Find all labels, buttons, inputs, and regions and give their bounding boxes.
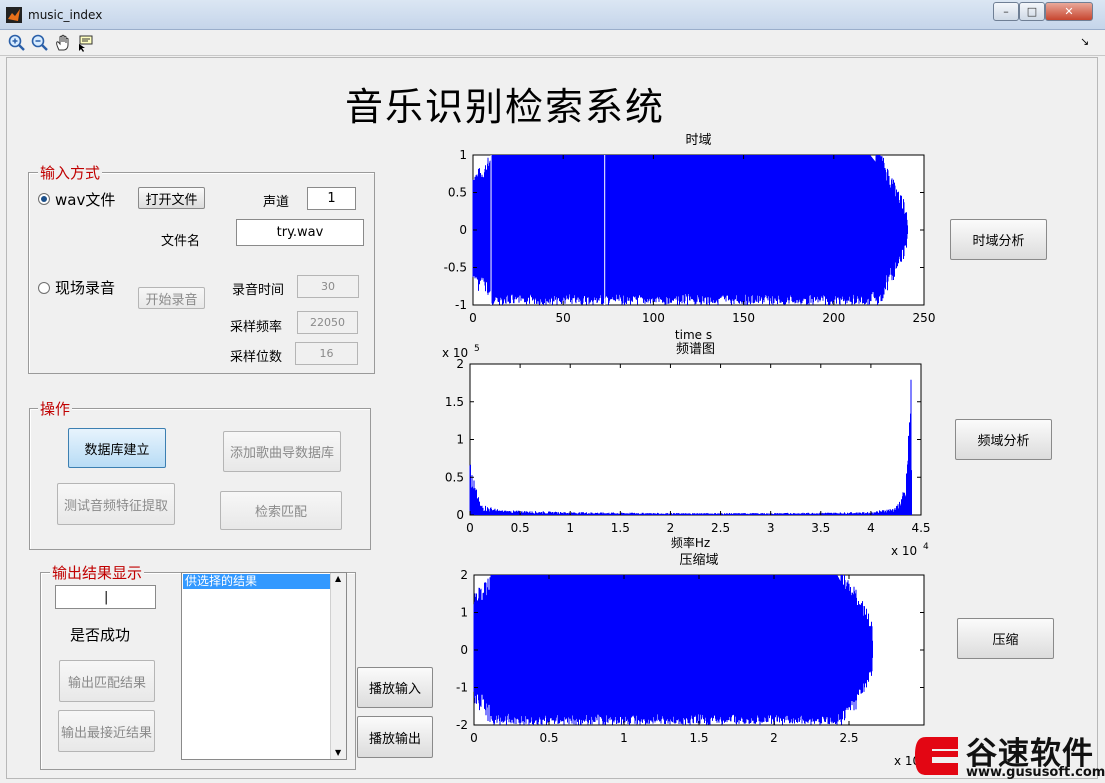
chart-1: 0 50 100 150 200 250 1 0.5 0 -0.5 -1 时域 time s (444, 133, 936, 342)
x-tick-label: 0.5 (539, 731, 558, 745)
x-tick-label: 4 (867, 521, 875, 535)
y-tick-label: 0.5 (445, 470, 464, 484)
y-tick-label: 0 (459, 223, 467, 237)
x-tick-label: 250 (913, 311, 936, 325)
x-multiplier-exp: 4 (923, 542, 929, 552)
x-multiplier: x 10 (891, 544, 917, 558)
watermark-url: www.gususoft.com (966, 765, 1105, 780)
y-tick-label: 0.5 (448, 186, 467, 200)
plot-area (469, 363, 922, 516)
x-tick-label: 1.5 (689, 731, 708, 745)
x-tick-label: 3.5 (811, 521, 830, 535)
x-tick-label: 150 (732, 311, 755, 325)
chart-title: 时域 (685, 133, 711, 148)
chart-3: 00.511.522.5210-1-2压缩域x 106 (456, 552, 932, 768)
x-tick-label: 1.5 (611, 521, 630, 535)
x-axis-label: time s (675, 328, 712, 342)
x-tick-label: 4.5 (911, 521, 930, 535)
y-multiplier: x 10 (442, 346, 468, 360)
x-tick-label: 1 (566, 521, 574, 535)
x-tick-label: 2.5 (711, 521, 730, 535)
y-tick-label: 1 (459, 148, 467, 162)
y-tick-label: 0 (456, 508, 464, 522)
x-tick-label: 0.5 (511, 521, 530, 535)
chart-title: 频谱图 (676, 342, 715, 357)
y-tick-label: -2 (456, 718, 468, 732)
y-multiplier-exp: 5 (474, 344, 480, 354)
chart-2: 0 0.5 1 1.5 2 2.5 3 3.5 4 4.521.510.50频谱图频率Hzx 10… (442, 342, 931, 558)
chart-title: 压缩域 (679, 552, 718, 568)
y-tick-label: -1 (455, 298, 467, 312)
signal-trace (472, 155, 908, 305)
y-tick-label: 2 (460, 568, 468, 582)
x-tick-label: 50 (556, 311, 571, 325)
x-tick-label: 3 (767, 521, 775, 535)
y-tick-label: -1 (456, 681, 468, 695)
charts-layer: 0 50 100 150 200 25010.50-0.5-1时域time s0 0.5 1 1… (442, 133, 936, 768)
x-tick-label: 100 (642, 311, 665, 325)
x-tick-label: 2 (667, 521, 675, 535)
x-axis-label: 频率Hz (671, 535, 710, 550)
x-tick-label: 2 (770, 731, 778, 745)
x-tick-label: 1 (620, 731, 628, 745)
x-tick-label: 200 (822, 311, 845, 325)
x-tick-label: 0 (466, 521, 474, 535)
y-tick-label: 1.5 (445, 395, 464, 409)
y-tick-label: 1 (460, 606, 468, 620)
y-tick-label: -0.5 (444, 261, 467, 275)
gusu-logo-icon (915, 737, 958, 775)
y-tick-label: 1 (456, 433, 464, 447)
x-tick-label: 0 (469, 311, 477, 325)
y-tick-label: 0 (460, 643, 468, 657)
signal-trace (473, 575, 873, 725)
x-tick-label: 0 (470, 731, 478, 745)
x-tick-label: 2.5 (839, 731, 858, 745)
